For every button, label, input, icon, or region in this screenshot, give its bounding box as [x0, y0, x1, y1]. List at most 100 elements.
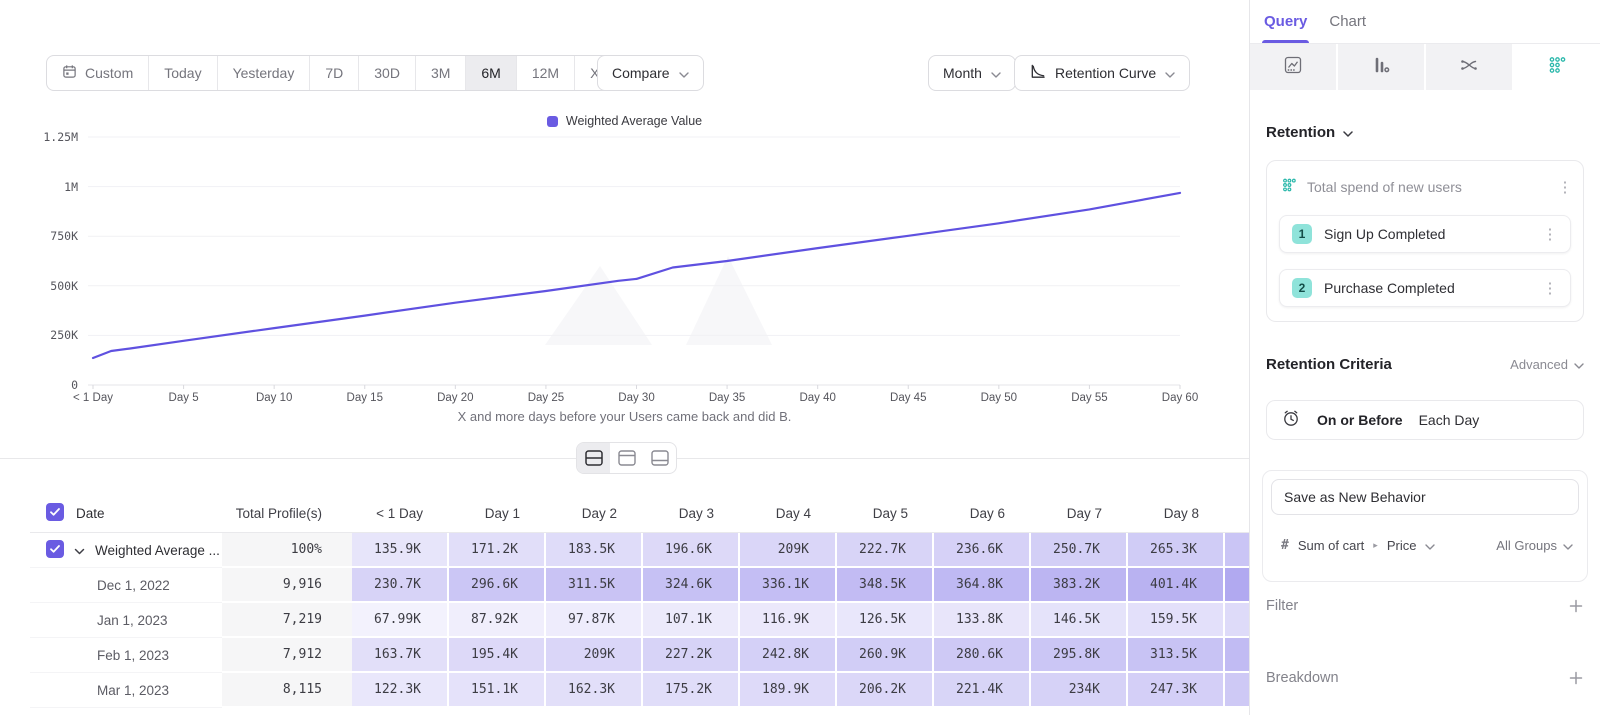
- behavior-header[interactable]: Total spend of new users ⋮: [1281, 173, 1575, 201]
- select-all-checkbox[interactable]: [46, 503, 64, 524]
- flows-icon: [1459, 55, 1479, 80]
- x-tick-label: Day 5: [139, 392, 229, 404]
- retention-value-cell: 87.92K: [449, 603, 546, 638]
- table-row-label: Jan 1, 2023: [30, 603, 222, 638]
- total-profiles-cell: 7,219: [222, 603, 352, 638]
- retention-value-cell: 296.6K: [449, 568, 546, 603]
- retention-value-cell: 221.4K: [934, 673, 1031, 708]
- x-tick-label: Day 10: [229, 392, 319, 404]
- sidebar-tabs: Query Chart: [1250, 0, 1600, 44]
- retention-value-cell-clipped: [1225, 533, 1249, 568]
- table-only-view-toggle[interactable]: [643, 443, 676, 473]
- retention-value-cell: 234K: [1031, 673, 1128, 708]
- chevron-down-icon: [1343, 124, 1353, 141]
- funnels-chart-type-button[interactable]: [1338, 44, 1426, 90]
- x-tick-label: Day 15: [320, 392, 410, 404]
- retention-value-cell: 135.9K: [352, 533, 449, 568]
- y-tick-label: 250K: [8, 328, 78, 342]
- x-axis-caption: X and more days before your Users came b…: [0, 409, 1249, 424]
- alarm-clock-icon: [1281, 408, 1301, 433]
- filter-section: Filter: [1266, 598, 1584, 614]
- x-tick-label: < 1 Day: [48, 392, 138, 404]
- x-tick-label: Day 30: [592, 392, 682, 404]
- retention-value-cell: 146.5K: [1031, 603, 1128, 638]
- behavior-save-card: Save as New Behavior # Sum of cart ▸ Pri…: [1262, 470, 1588, 582]
- x-tick-label: Day 45: [863, 392, 953, 404]
- table-header-overflow: [1225, 494, 1249, 533]
- chevron-down-icon: [1574, 357, 1584, 372]
- measure-event-label[interactable]: Sum of cart: [1298, 538, 1364, 553]
- table-header-day-column: Day 2: [546, 494, 643, 533]
- timing-interval-label: Each Day: [1419, 412, 1480, 428]
- breakdown-section: Breakdown: [1266, 670, 1584, 686]
- behavior-title: Total spend of new users: [1307, 179, 1545, 195]
- retention-value-cell: 222.7K: [837, 533, 934, 568]
- measure-property-label[interactable]: Price: [1387, 538, 1417, 553]
- retention-chart-type-button[interactable]: [1514, 44, 1600, 90]
- tab-query[interactable]: Query: [1264, 0, 1307, 43]
- retention-value-cell: 295.8K: [1031, 638, 1128, 673]
- retention-value-cell: 163.7K: [352, 638, 449, 673]
- x-tick-label: Day 40: [773, 392, 863, 404]
- chevron-down-icon: [1563, 538, 1573, 553]
- step-label: Sign Up Completed: [1324, 226, 1528, 242]
- query-builder-sidebar: Query Chart Retention Total spend of new…: [1249, 0, 1600, 715]
- retention-value-cell-clipped: [1225, 568, 1249, 603]
- step-purchase-completed[interactable]: 2 Purchase Completed ⋮: [1279, 269, 1571, 307]
- retention-value-cell: 265.3K: [1128, 533, 1225, 568]
- retention-value-cell: 242.8K: [740, 638, 837, 673]
- flows-chart-type-button[interactable]: [1426, 44, 1514, 90]
- add-breakdown-button[interactable]: [1568, 670, 1584, 686]
- retention-value-cell: 236.6K: [934, 533, 1031, 568]
- insights-chart-type-button[interactable]: [1250, 44, 1338, 90]
- y-tick-label: 1.25M: [8, 130, 78, 144]
- retention-timing-card[interactable]: On or Before Each Day: [1266, 400, 1584, 440]
- step-kebab-menu[interactable]: ⋮: [1540, 279, 1560, 297]
- funnels-icon: [1371, 55, 1391, 80]
- total-profiles-cell: 9,916: [222, 568, 352, 603]
- tab-chart[interactable]: Chart: [1329, 0, 1366, 43]
- step-sign-up-completed[interactable]: 1 Sign Up Completed ⋮: [1279, 215, 1571, 253]
- add-filter-button[interactable]: [1568, 598, 1584, 614]
- total-profiles-cell: 100%: [222, 533, 352, 568]
- retention-value-cell: 336.1K: [740, 568, 837, 603]
- criteria-mode-dropdown[interactable]: Advanced: [1510, 357, 1584, 372]
- layout-toggle-group: [576, 442, 677, 474]
- retention-value-cell: 383.2K: [1031, 568, 1128, 603]
- step-label: Purchase Completed: [1324, 280, 1528, 296]
- retention-value-cell: 227.2K: [643, 638, 740, 673]
- chart-only-view-toggle[interactable]: [610, 443, 643, 473]
- step-number-badge: 2: [1292, 278, 1312, 298]
- row-checkbox[interactable]: [46, 540, 64, 561]
- measure-row: # Sum of cart ▸ Price All Groups: [1271, 523, 1579, 567]
- retention-value-cell: 280.6K: [934, 638, 1031, 673]
- retention-value-cell: 364.8K: [934, 568, 1031, 603]
- total-profiles-cell: 8,115: [222, 673, 352, 708]
- step-kebab-menu[interactable]: ⋮: [1540, 225, 1560, 243]
- save-as-new-behavior-button[interactable]: Save as New Behavior: [1271, 479, 1579, 515]
- y-tick-label: 1M: [8, 180, 78, 194]
- retention-value-cell: 348.5K: [837, 568, 934, 603]
- retention-value-cell: 107.1K: [643, 603, 740, 638]
- retention-value-cell: 183.5K: [546, 533, 643, 568]
- retention-value-cell-clipped: [1225, 603, 1249, 638]
- behavior-kebab-menu[interactable]: ⋮: [1555, 178, 1575, 196]
- x-tick-label: Day 50: [954, 392, 1044, 404]
- retention-value-cell-clipped: [1225, 638, 1249, 673]
- x-tick-label: Day 20: [410, 392, 500, 404]
- table-header-total-profiles: Total Profile(s): [222, 494, 352, 533]
- table-header-date: Date: [30, 494, 222, 533]
- retention-value-cell: 196.6K: [643, 533, 740, 568]
- split-view-toggle[interactable]: [577, 443, 610, 473]
- report-section-dropdown[interactable]: Retention: [1266, 124, 1353, 141]
- measure-scope-dropdown[interactable]: All Groups: [1496, 538, 1573, 553]
- row-expand-chevron-icon[interactable]: [74, 543, 85, 558]
- retention-value-cell: 171.2K: [449, 533, 546, 568]
- breakdown-label: Breakdown: [1266, 670, 1339, 686]
- retention-value-cell: 122.3K: [352, 673, 449, 708]
- retention-value-cell: 175.2K: [643, 673, 740, 708]
- retention-value-cell: 116.9K: [740, 603, 837, 638]
- chart-type-switcher: [1250, 44, 1600, 90]
- step-number-badge: 1: [1292, 224, 1312, 244]
- retention-value-cell: 189.9K: [740, 673, 837, 708]
